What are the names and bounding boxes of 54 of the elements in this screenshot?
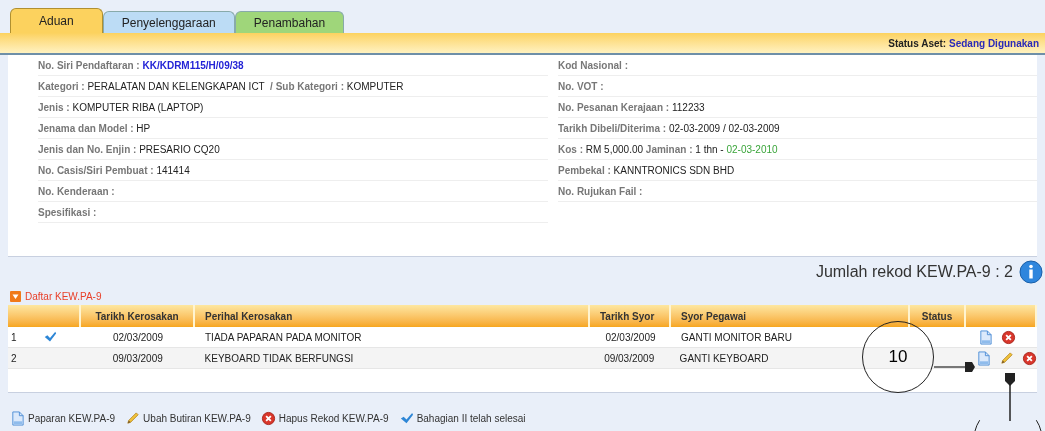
- legend-label: Paparan KEW.PA-9: [28, 412, 116, 426]
- field-text: No. Siri Pendaftaran : KK/KDRM115/H/09/38: [38, 58, 244, 73]
- column-header: Syor Pegawai: [671, 305, 910, 327]
- pencil-icon[interactable]: [125, 411, 141, 426]
- table-cell-text: GANTI KEYBOARD: [679, 351, 769, 366]
- field-text: No. Rujukan Fail :: [558, 184, 643, 199]
- field-text: Jenama dan Model : HP: [38, 121, 151, 136]
- table-cell-text: GANTI MONITOR BARU: [681, 330, 792, 345]
- field-text: Kos : RM 5,000.00 Jaminan : 1 thn - 02-03-2010: [558, 142, 778, 157]
- legend-label: Bahagian II telah selesai: [416, 412, 526, 426]
- document-icon[interactable]: [976, 350, 991, 366]
- table-cell-text: 09/03/2009: [604, 351, 655, 366]
- field-text: No. Pesanan Kerajaan : 112233: [558, 100, 705, 115]
- delete-icon[interactable]: [260, 411, 276, 426]
- tab[interactable]: Penambahan: [234, 11, 345, 33]
- column-header: Perihal Kerosakan: [195, 305, 590, 327]
- tab[interactable]: Penyelenggaraan: [102, 11, 235, 33]
- field-text: Kategori : PERALATAN DAN KELENGKAPAN ICT / Sub Kategori : KOMPUTER: [38, 79, 404, 94]
- table-cell-text: 02/03/2009: [112, 330, 164, 345]
- legend-label: Hapus Rekod KEW.PA-9: [278, 412, 389, 426]
- legend-label: Ubah Butiran KEW.PA-9: [143, 412, 251, 426]
- field-text: Tarikh Dibeli/Diterima : 02-03-2009 / 02-03-2009: [558, 121, 780, 136]
- field-text: Jenis : KOMPUTER RIBA (LAPTOP): [38, 100, 204, 115]
- header-cell: [966, 305, 1037, 327]
- field-text: No. VOT :: [558, 79, 604, 94]
- column-header: Status: [910, 305, 966, 327]
- tab[interactable]: Aduan: [10, 8, 103, 33]
- field-text: Jenis dan No. Enjin : PRESARIO CQ20: [38, 142, 220, 157]
- asset-status: Status Aset: Sedang Digunakan: [888, 36, 1039, 51]
- leader-line: [934, 361, 976, 373]
- leader-line: [1003, 373, 1017, 421]
- field-text: No. Kenderaan :: [38, 184, 115, 199]
- check-icon: [398, 411, 414, 426]
- table-cell-text: 02/03/2009: [605, 330, 656, 345]
- column-header: Tarikh Kerosakan: [81, 305, 195, 327]
- row-number: 1: [11, 331, 17, 343]
- collapse-icon[interactable]: [10, 290, 21, 302]
- document-icon[interactable]: [978, 329, 993, 345]
- field-text: Spesifikasi :: [38, 205, 97, 220]
- document-icon[interactable]: [10, 411, 25, 426]
- field-text: No. Casis/Siri Pembuat : 141414: [38, 163, 190, 178]
- field-text: Kod Nasional :: [558, 58, 628, 73]
- column-header: Tarikh Syor: [590, 305, 671, 327]
- section-title[interactable]: Daftar KEW.PA-9: [25, 288, 102, 304]
- table-cell-text: KEYBOARD TIDAK BERFUNGSI: [204, 351, 354, 366]
- row-number: 2: [11, 352, 17, 364]
- table-cell-text: 09/03/2009: [112, 351, 163, 366]
- table-cell-text: TIADA PAPARAN PADA MONITOR: [205, 330, 362, 345]
- info-icon: [1019, 260, 1043, 284]
- pencil-icon[interactable]: [999, 350, 1014, 366]
- delete-icon[interactable]: [1022, 350, 1037, 366]
- record-count: Jumlah rekod KEW.PA-9 : 2: [815, 262, 1013, 282]
- field-text: Pembekal : KANNTRONICS SDN BHD: [558, 163, 735, 178]
- delete-icon[interactable]: [1001, 329, 1016, 345]
